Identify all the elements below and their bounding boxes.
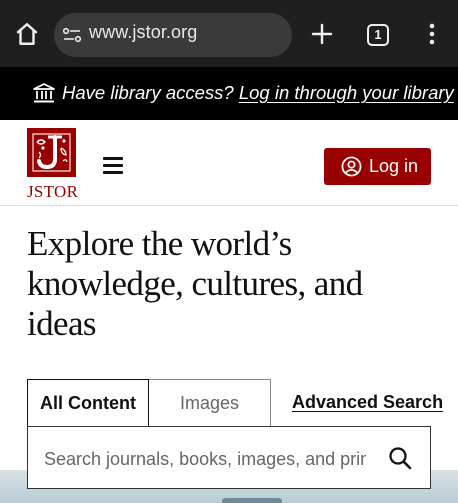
- hamburger-menu-icon[interactable]: [103, 157, 123, 174]
- tab-images[interactable]: Images: [149, 379, 271, 427]
- library-access-bar: Have library access? Log in through your…: [0, 67, 458, 120]
- jstor-logo-mark: [27, 128, 76, 177]
- more-menu-icon[interactable]: [420, 22, 444, 46]
- site-header: JSTOR Log in: [0, 120, 458, 206]
- search-icon[interactable]: [388, 446, 412, 470]
- browser-toolbar: www.jstor.org 1: [0, 0, 458, 67]
- login-button[interactable]: Log in: [324, 148, 431, 185]
- search-input[interactable]: [44, 446, 366, 472]
- search-box: [27, 426, 431, 489]
- library-access-text: Have library access? Log in through your…: [62, 82, 454, 104]
- advanced-search-link[interactable]: Advanced Search: [292, 392, 443, 413]
- jstor-logo[interactable]: JSTOR: [27, 128, 79, 201]
- tab-all-content[interactable]: All Content: [27, 379, 149, 427]
- library-access-prompt: Have library access?: [62, 82, 234, 103]
- new-tab-icon[interactable]: [310, 22, 334, 46]
- address-bar-url[interactable]: www.jstor.org: [89, 22, 197, 43]
- site-settings-icon[interactable]: [62, 25, 82, 45]
- jstor-wordmark: JSTOR: [27, 182, 79, 201]
- library-login-link[interactable]: Log in through your library: [239, 82, 454, 103]
- institution-icon: [33, 83, 55, 103]
- page-headline: Explore the world’s knowledge, cultures,…: [27, 224, 363, 343]
- user-account-icon: [341, 156, 362, 177]
- login-button-label: Log in: [369, 156, 419, 176]
- home-icon[interactable]: [14, 21, 40, 47]
- tab-switcher-icon[interactable]: 1: [367, 24, 389, 46]
